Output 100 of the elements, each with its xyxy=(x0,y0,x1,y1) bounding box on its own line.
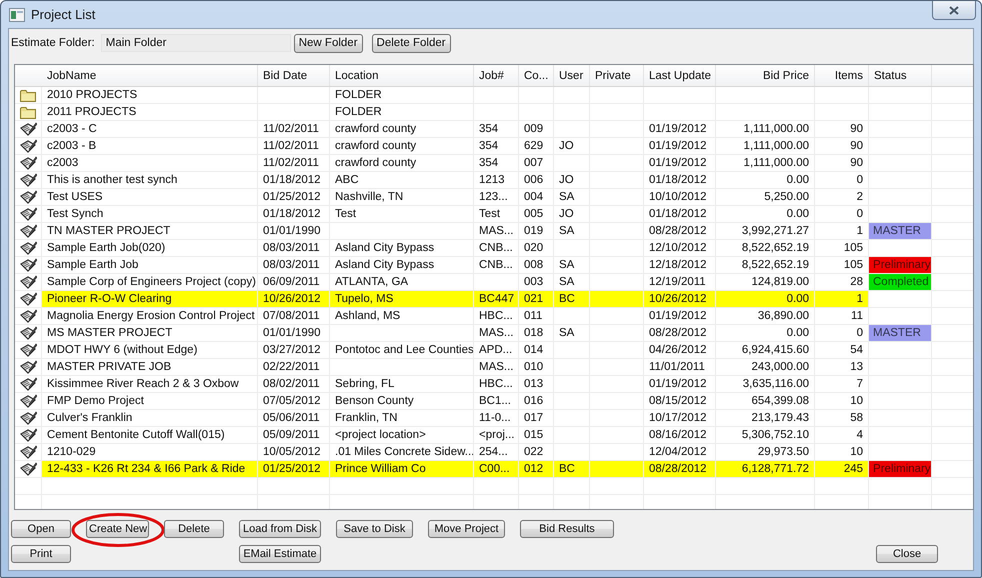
table-cell: 01/25/2012 xyxy=(258,461,329,477)
table-cell-text: crawford county xyxy=(334,156,418,171)
table-cell-text: CNB... xyxy=(478,241,514,256)
table-cell: BC xyxy=(554,461,589,477)
table-cell: Prince William Co xyxy=(330,461,473,477)
table-cell-text: MDOT HWY 6 (without Edge) xyxy=(46,343,198,358)
table-cell-text: 01/18/2012 xyxy=(648,207,708,222)
table-cell: 012 xyxy=(519,461,553,477)
table-cell-text: 01/18/2012 xyxy=(262,207,322,222)
table-cell-text: 017 xyxy=(523,411,544,426)
action-button[interactable]: Bid Results xyxy=(520,520,614,538)
table-cell-text: 05/06/2011 xyxy=(262,411,321,426)
close-button[interactable] xyxy=(932,1,976,20)
action-button[interactable]: EMail Estimate xyxy=(239,545,321,563)
table-cell-text: 6,924,415.60 xyxy=(740,343,810,358)
column-header[interactable]: Items xyxy=(815,65,869,86)
table-cell-text: 1,111,000.00 xyxy=(742,139,810,154)
table-cell-text: 0.00 xyxy=(786,207,810,222)
field-label: Estimate Folder: xyxy=(11,37,95,49)
table-cell: 08/28/2012 xyxy=(644,461,715,477)
folder-button[interactable]: Delete Folder xyxy=(372,34,451,52)
action-button[interactable]: Save to Disk xyxy=(336,520,413,538)
table-cell-text: 11/01/2011 xyxy=(648,360,706,375)
table-cell-text: 5,306,752.10 xyxy=(740,428,810,443)
table-cell-text: 58 xyxy=(849,411,864,426)
table-cell-text: 354 xyxy=(478,156,500,171)
table-cell-text: SA xyxy=(558,326,576,341)
table-cell-text: 105 xyxy=(842,258,864,273)
table-cell-text: 11/02/2011 xyxy=(262,139,320,154)
column-header[interactable]: Last Update xyxy=(644,65,716,86)
table-cell-text: MAS... xyxy=(478,224,515,239)
document-pencil-icon xyxy=(20,410,36,426)
column-header[interactable]: Status xyxy=(869,65,932,86)
table-cell-text: 08/02/2011 xyxy=(262,377,321,392)
table-cell-text: 01/19/2012 xyxy=(648,122,708,137)
table-cell-text: JO xyxy=(558,173,575,188)
table-cell: 021 xyxy=(519,291,553,307)
table-cell-text: HBC... xyxy=(478,309,514,324)
table-cell-text: Kissimmee River Reach 2 & 3 Oxbow xyxy=(46,377,240,392)
table-cell-text: 213,179.43 xyxy=(750,411,810,426)
folder-button[interactable]: New Folder xyxy=(294,34,363,52)
table-cell-text: 29,973.50 xyxy=(756,445,810,460)
table-cell-text: SA xyxy=(558,258,576,273)
table-cell-text: MAS... xyxy=(478,360,515,375)
table-cell-text: 13 xyxy=(849,360,864,375)
table-cell-text: 0 xyxy=(856,207,864,222)
status-label: Preliminary xyxy=(869,461,931,477)
table-cell-text: 05/09/2011 xyxy=(262,428,321,443)
column-header[interactable]: Co... xyxy=(519,65,554,86)
table-cell-text: 105 xyxy=(842,241,864,256)
table-cell-text: Asland City Bypass xyxy=(334,241,436,256)
action-button[interactable]: Delete xyxy=(164,520,224,538)
action-button[interactable]: Load from Disk xyxy=(239,520,321,538)
column-header[interactable]: Private xyxy=(590,65,644,86)
folder-icon xyxy=(20,106,36,118)
action-button[interactable]: Print xyxy=(11,545,71,563)
action-button[interactable]: Create New xyxy=(86,520,149,538)
table-cell-text: 90 xyxy=(849,122,864,137)
table-cell-text: 123... xyxy=(478,190,509,205)
column-header[interactable]: Bid Price xyxy=(716,65,815,86)
table-cell-text: 01/01/1990 xyxy=(262,326,322,341)
action-button[interactable]: Close xyxy=(876,545,938,563)
action-button[interactable]: Move Project xyxy=(428,520,505,538)
document-pencil-icon xyxy=(20,240,36,256)
action-button[interactable]: Open xyxy=(11,520,71,538)
table-cell-text: 0.00 xyxy=(786,173,810,188)
table-cell-text: 10/05/2012 xyxy=(262,445,322,460)
table-cell-text: Cement Bentonite Cutoff Wall(015) xyxy=(46,428,226,443)
table-cell-text: 11-0... xyxy=(478,411,512,426)
folder-field[interactable]: Main Folder xyxy=(100,34,291,52)
column-header[interactable]: User xyxy=(554,65,590,86)
table-cell-text: 08/15/2012 xyxy=(648,394,708,409)
column-header[interactable]: Job# xyxy=(474,65,519,86)
table-cell-text: 1 xyxy=(856,224,864,239)
table-cell-text: TN MASTER PROJECT xyxy=(46,224,172,239)
table-cell-text: 006 xyxy=(523,173,544,188)
table-cell-text: Sample Corp of Engineers Project (copy) xyxy=(46,275,257,290)
table-cell-text: Benson County xyxy=(334,394,415,409)
column-header[interactable]: Bid Date xyxy=(258,65,330,86)
table-cell: 0.00 xyxy=(716,291,814,307)
table-cell-text: 008 xyxy=(523,258,544,273)
table-cell-text: 011 xyxy=(523,309,544,324)
document-pencil-icon xyxy=(20,224,36,238)
table-cell-text: 10/17/2012 xyxy=(648,411,708,426)
document-pencil-icon xyxy=(20,258,36,272)
table-cell-text: 7 xyxy=(856,377,864,392)
table-cell-text: SA xyxy=(558,190,576,205)
column-header[interactable]: JobName xyxy=(42,65,258,86)
table-cell-text: c2003 xyxy=(46,156,80,171)
window-icon xyxy=(9,8,25,22)
table-cell-text: 8,522,652.19 xyxy=(740,241,810,256)
table-cell: 12-433 - K26 Rt 234 & I66 Park & Ride xyxy=(42,461,257,477)
table-cell: 245 xyxy=(815,461,868,477)
table-cell: Pioneer R-O-W Clearing xyxy=(42,291,257,307)
table-cell-text: 11/02/2011 xyxy=(262,122,320,137)
table-cell-text: APD... xyxy=(478,343,514,358)
table-cell-text: crawford county xyxy=(334,139,418,154)
table-cell-text: 010 xyxy=(523,360,544,375)
table-cell: BC xyxy=(554,291,589,307)
column-header[interactable]: Location xyxy=(330,65,474,86)
